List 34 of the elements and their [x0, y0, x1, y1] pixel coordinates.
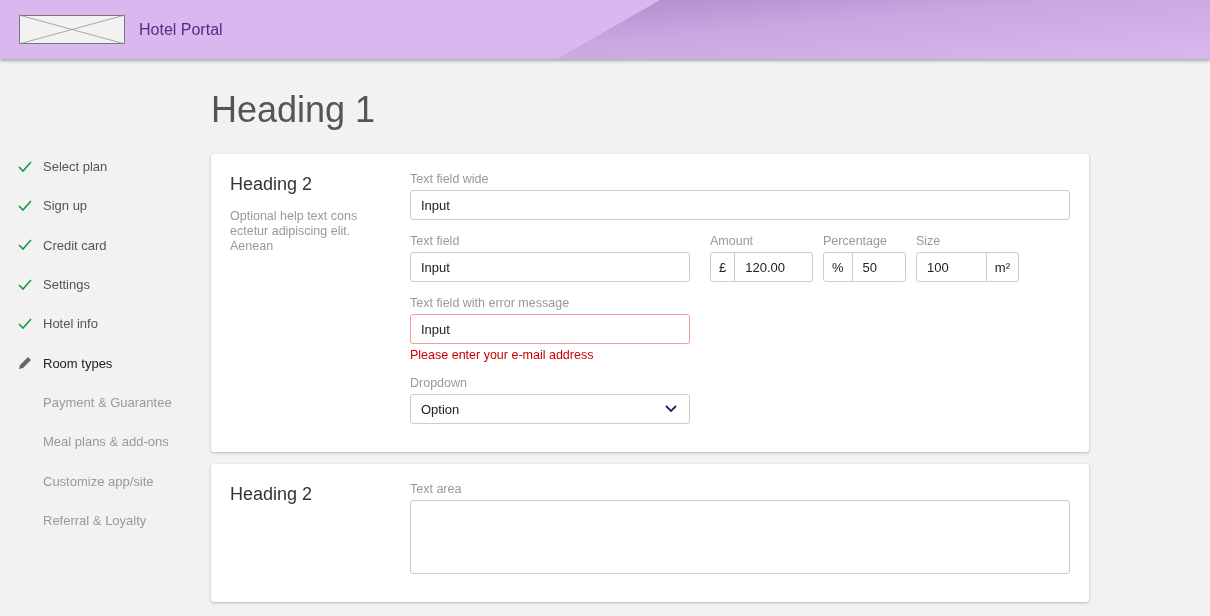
step-item[interactable]: Hotel info — [0, 304, 211, 344]
input-field[interactable]: % 50 — [823, 252, 906, 282]
chevron-down-icon — [665, 405, 677, 413]
page-heading: Heading 1 — [211, 89, 377, 131]
field-label: Size — [916, 234, 942, 248]
field-label: Text area — [410, 482, 463, 496]
field-label: Percentage — [823, 234, 888, 248]
check-icon — [18, 160, 32, 173]
step-item[interactable]: Sign up — [0, 186, 211, 226]
field-label: Amount — [710, 234, 755, 248]
step-item[interactable]: Credit card — [0, 225, 211, 265]
help-text: Optional help text cons ectetur adipiscing elit. Aenean — [230, 209, 359, 254]
field-label: Text field wide — [410, 172, 490, 186]
dropdown[interactable]: Option — [410, 394, 690, 424]
section-heading: Heading 2 — [230, 174, 314, 195]
input-field[interactable]: £ 120.00 — [710, 252, 813, 282]
field-label: Dropdown — [410, 376, 468, 390]
input-field[interactable]: 100 m² — [916, 252, 1019, 282]
step-item[interactable]: Select plan — [0, 147, 211, 187]
app-title: Hotel Portal — [139, 20, 223, 39]
check-icon — [18, 239, 32, 252]
input-field[interactable]: Input — [410, 314, 690, 344]
section-heading: Heading 2 — [230, 484, 314, 505]
step-item[interactable]: Settings — [0, 264, 211, 305]
field-label: Text field with error message — [410, 296, 571, 310]
text-area[interactable] — [410, 500, 1070, 574]
input-field[interactable]: Input — [410, 190, 1070, 220]
check-icon — [18, 317, 32, 330]
check-icon — [18, 278, 32, 291]
check-icon — [18, 199, 32, 212]
field-label: Text field — [410, 234, 461, 248]
pencil-icon — [18, 356, 32, 371]
error-message: Please enter your e-mail address — [410, 348, 595, 362]
input-field[interactable]: Input — [410, 252, 690, 282]
